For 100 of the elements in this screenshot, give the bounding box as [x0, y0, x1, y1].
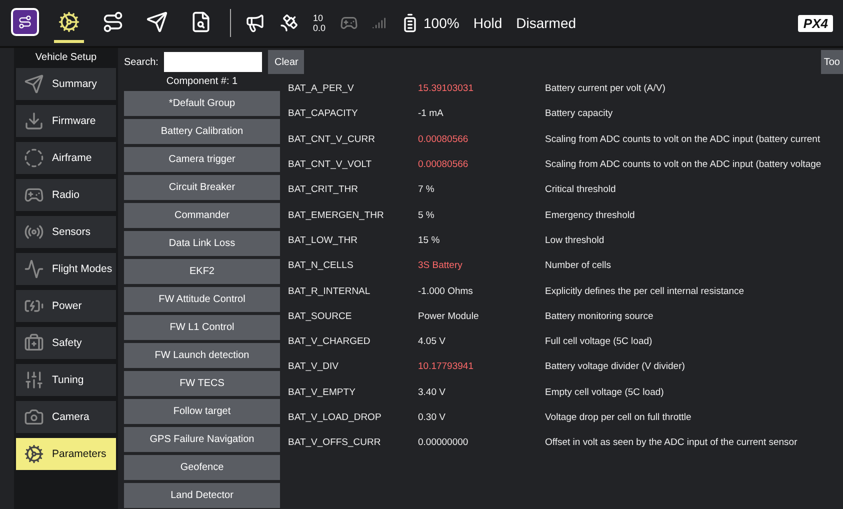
param-value[interactable]: -1.000 Ohms — [418, 286, 545, 297]
paper-plane-icon — [24, 74, 44, 94]
group-button[interactable]: FW Attitude Control — [124, 287, 280, 312]
group-button[interactable]: FW TECS — [124, 371, 280, 396]
param-name[interactable]: BAT_V_EMPTY — [288, 386, 418, 398]
search-label: Search: — [124, 56, 158, 68]
sidebar-item[interactable]: Power — [16, 290, 116, 322]
param-description: Battery monitoring source — [545, 310, 654, 322]
sliders-icon — [24, 370, 44, 390]
param-name[interactable]: BAT_CNT_V_CURR — [288, 134, 418, 145]
param-name[interactable]: BAT_R_INTERNAL — [288, 286, 418, 297]
param-name[interactable]: BAT_N_CELLS — [288, 260, 418, 272]
param-name[interactable]: BAT_V_CHARGED — [288, 336, 418, 348]
group-button[interactable]: Land Detector — [124, 483, 280, 508]
param-description: Low threshold — [545, 234, 606, 246]
sidebar-item[interactable]: Tuning — [16, 364, 116, 396]
param-name[interactable]: BAT_CNT_V_VOLT — [288, 159, 418, 170]
document-search-icon — [190, 10, 212, 32]
param-name[interactable]: BAT_CRIT_THR — [288, 184, 418, 196]
paper-plane-icon — [146, 10, 168, 32]
satellite-icon[interactable] — [279, 13, 299, 33]
param-description: Battery capacity — [545, 108, 614, 120]
arm-state[interactable]: Disarmed — [516, 15, 576, 31]
param-value[interactable]: 7 % — [418, 184, 545, 196]
sidebar-item[interactable]: Summary — [16, 68, 116, 100]
group-button[interactable]: FW L1 Control — [124, 315, 280, 340]
sidebar-item[interactable]: Firmware — [16, 105, 116, 137]
param-name[interactable]: BAT_CAPACITY — [288, 108, 418, 120]
clear-button[interactable]: Clear — [268, 50, 304, 74]
group-button[interactable]: FW Launch detection — [124, 343, 280, 368]
flight-mode[interactable]: Hold — [473, 15, 502, 31]
dotted-circle-icon — [24, 148, 44, 168]
param-value[interactable]: 15.39103031 — [418, 83, 545, 94]
group-button[interactable]: Battery Calibration — [124, 119, 280, 144]
sidebar-item[interactable]: Flight Modes — [16, 253, 116, 285]
sidebar-item[interactable]: Parameters — [16, 438, 116, 470]
param-value[interactable]: 4.05 V — [418, 336, 545, 348]
group-button[interactable]: Data Link Loss — [124, 231, 280, 256]
group-button[interactable]: Follow target — [124, 399, 280, 424]
hdop-value: 0.0 — [313, 23, 326, 33]
brand-logo: PX4 — [798, 14, 833, 32]
param-value[interactable]: 5 % — [418, 210, 545, 221]
param-description: Empty cell voltage (5C load) — [545, 386, 665, 398]
component-label: Component #: 1 — [165, 76, 239, 88]
param-name[interactable]: BAT_SOURCE — [288, 310, 418, 322]
group-button[interactable]: EKF2 — [124, 259, 280, 284]
param-description: Offset in volt as seen by the ADC input of the current sensor — [545, 437, 798, 448]
group-button[interactable]: Camera trigger — [124, 147, 280, 172]
param-value[interactable]: 0.00080566 — [418, 134, 545, 145]
controller-icon[interactable] — [340, 14, 358, 32]
param-name[interactable]: BAT_V_OFFS_CURR — [288, 437, 418, 448]
signal-icon — [372, 16, 386, 30]
param-description: Critical threshold — [545, 184, 617, 196]
group-button[interactable]: Circuit Breaker — [124, 175, 280, 200]
param-value[interactable]: 3S Battery — [418, 260, 545, 272]
param-description: Scaling from ADC counts to volt on the ADC input (battery voltage — [545, 159, 822, 170]
medical-case-icon — [24, 333, 44, 353]
param-description: Voltage drop per cell on full throttle — [545, 412, 692, 423]
sidebar-item[interactable]: Radio — [16, 179, 116, 211]
route-icon — [102, 10, 124, 32]
param-value[interactable]: -1 mA — [418, 108, 545, 120]
param-value[interactable]: 0.00000000 — [418, 437, 545, 448]
satellite-count: 10 — [313, 13, 324, 23]
param-description: Full cell voltage (5C load) — [545, 336, 654, 348]
sidebar-item[interactable]: Sensors — [16, 216, 116, 248]
param-description: Explicitly defines the per cell internal resistance — [545, 286, 746, 297]
param-description: Scaling from ADC counts to volt on the ADC input (battery current — [545, 134, 822, 145]
sidebar-item[interactable]: Airframe — [16, 142, 116, 174]
param-value[interactable]: 15 % — [418, 234, 545, 246]
param-description: Battery voltage divider (V divider) — [545, 361, 686, 372]
gears-icon — [24, 444, 44, 464]
param-name[interactable]: BAT_V_LOAD_DROP — [288, 412, 418, 423]
param-description: Battery current per volt (A/V) — [545, 83, 666, 94]
param-name[interactable]: BAT_V_DIV — [288, 361, 418, 372]
param-value[interactable]: Power Module — [418, 310, 545, 322]
camera-icon — [24, 407, 44, 427]
sidebar-item[interactable]: Safety — [16, 327, 116, 359]
param-description: Emergency threshold — [545, 210, 636, 221]
search-field[interactable] — [164, 52, 262, 72]
param-name[interactable]: BAT_A_PER_V — [288, 83, 418, 94]
param-value[interactable]: 0.30 V — [418, 412, 545, 423]
sidebar-item[interactable]: Camera — [16, 401, 116, 433]
app-logo-icon — [11, 8, 39, 36]
param-name[interactable]: BAT_LOW_THR — [288, 234, 418, 246]
pulse-icon — [24, 259, 44, 279]
gears-icon — [58, 10, 80, 32]
megaphone-icon[interactable] — [245, 13, 265, 33]
param-value[interactable]: 10.17793941 — [418, 361, 545, 372]
group-button[interactable]: *Default Group — [124, 91, 280, 116]
sidebar-title: Vehicle Setup — [34, 52, 98, 63]
tools-button[interactable]: Too — [820, 50, 843, 74]
param-value[interactable]: 0.00080566 — [418, 159, 545, 170]
param-value[interactable]: 3.40 V — [418, 386, 545, 398]
group-button[interactable]: Commander — [124, 203, 280, 228]
battery-percent: 100% — [424, 15, 460, 31]
param-name[interactable]: BAT_EMERGEN_THR — [288, 210, 418, 221]
group-button[interactable]: Geofence — [124, 455, 280, 480]
param-description: Number of cells — [545, 260, 612, 272]
group-button[interactable]: GPS Failure Navigation — [124, 427, 280, 452]
download-icon — [24, 111, 44, 131]
